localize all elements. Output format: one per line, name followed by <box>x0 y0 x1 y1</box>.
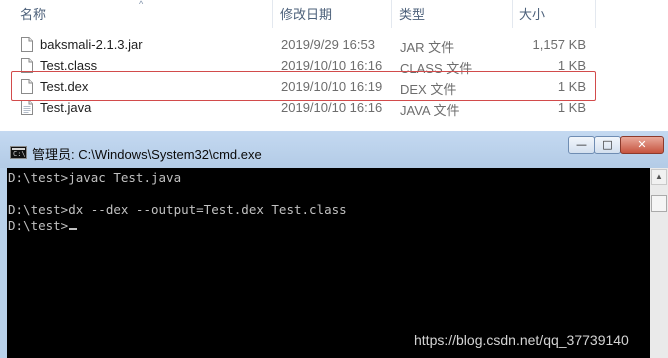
cmd-icon-text: C:\ <box>13 150 26 158</box>
console-line: D:\test>dx --dex --output=Test.dex Test.… <box>8 202 347 217</box>
column-separator[interactable] <box>272 0 273 28</box>
console-prompt-line[interactable]: D:\test> <box>8 218 78 234</box>
file-date: 2019/9/29 16:53 <box>281 37 375 52</box>
column-header-date[interactable]: 修改日期 <box>280 0 332 28</box>
watermark: https://blog.csdn.net/qq_37739140 <box>414 332 629 348</box>
console-line: D:\test>javac Test.java <box>8 170 182 185</box>
column-header-size[interactable]: 大小 <box>519 0 545 28</box>
file-row[interactable]: baksmali-2.1.3.jar 2019/9/29 16:53 JAR 文… <box>0 35 668 56</box>
file-row[interactable]: Test.java 2019/10/10 16:16 JAVA 文件 1 KB <box>0 98 668 119</box>
highlight-box <box>11 71 596 101</box>
file-type: JAR 文件 <box>400 40 455 55</box>
cmd-window: C:\ 管理员: C:\Windows\System32\cmd.exe — □… <box>0 131 668 358</box>
sort-arrow-icon: ^ <box>139 0 144 9</box>
jar-file-icon <box>21 37 33 52</box>
close-icon: ✕ <box>637 138 647 151</box>
console-output[interactable]: D:\test>javac Test.java D:\test>dx --dex… <box>7 168 650 358</box>
file-size: 1 KB <box>557 100 586 115</box>
cmd-title-bar[interactable]: C:\ 管理员: C:\Windows\System32\cmd.exe — □… <box>0 131 668 168</box>
text-cursor <box>69 228 78 230</box>
column-separator[interactable] <box>512 0 513 28</box>
file-type: JAVA 文件 <box>400 103 460 118</box>
column-separator[interactable] <box>391 0 392 28</box>
cmd-icon[interactable]: C:\ <box>10 146 27 159</box>
file-name: Test.java <box>40 100 92 115</box>
file-date: 2019/10/10 16:16 <box>281 100 383 115</box>
minimize-icon: — <box>576 138 587 151</box>
column-header-bar: 名称 ^ 修改日期 类型 大小 <box>0 0 668 28</box>
maximize-icon: □ <box>602 138 613 151</box>
explorer-file-list: 名称 ^ 修改日期 类型 大小 baksmali-2.1.3.jar 2019/… <box>0 0 668 131</box>
minimize-button[interactable]: — <box>568 136 595 154</box>
close-button[interactable]: ✕ <box>620 136 664 154</box>
scroll-up-arrow-icon[interactable]: ▲ <box>651 169 667 185</box>
column-separator[interactable] <box>595 0 596 28</box>
vertical-scrollbar[interactable]: ▲ <box>650 168 668 358</box>
maximize-button[interactable]: □ <box>594 136 621 154</box>
console-prompt: D:\test> <box>8 218 69 233</box>
column-header-type[interactable]: 类型 <box>399 0 425 28</box>
file-size: 1,157 KB <box>532 37 587 52</box>
cmd-title: 管理员: C:\Windows\System32\cmd.exe <box>32 147 262 162</box>
scroll-thumb[interactable] <box>651 195 667 212</box>
text-file-icon <box>21 100 33 115</box>
file-name: baksmali-2.1.3.jar <box>40 37 143 52</box>
window-controls: — □ ✕ <box>568 136 664 156</box>
column-header-name[interactable]: 名称 <box>20 0 46 28</box>
